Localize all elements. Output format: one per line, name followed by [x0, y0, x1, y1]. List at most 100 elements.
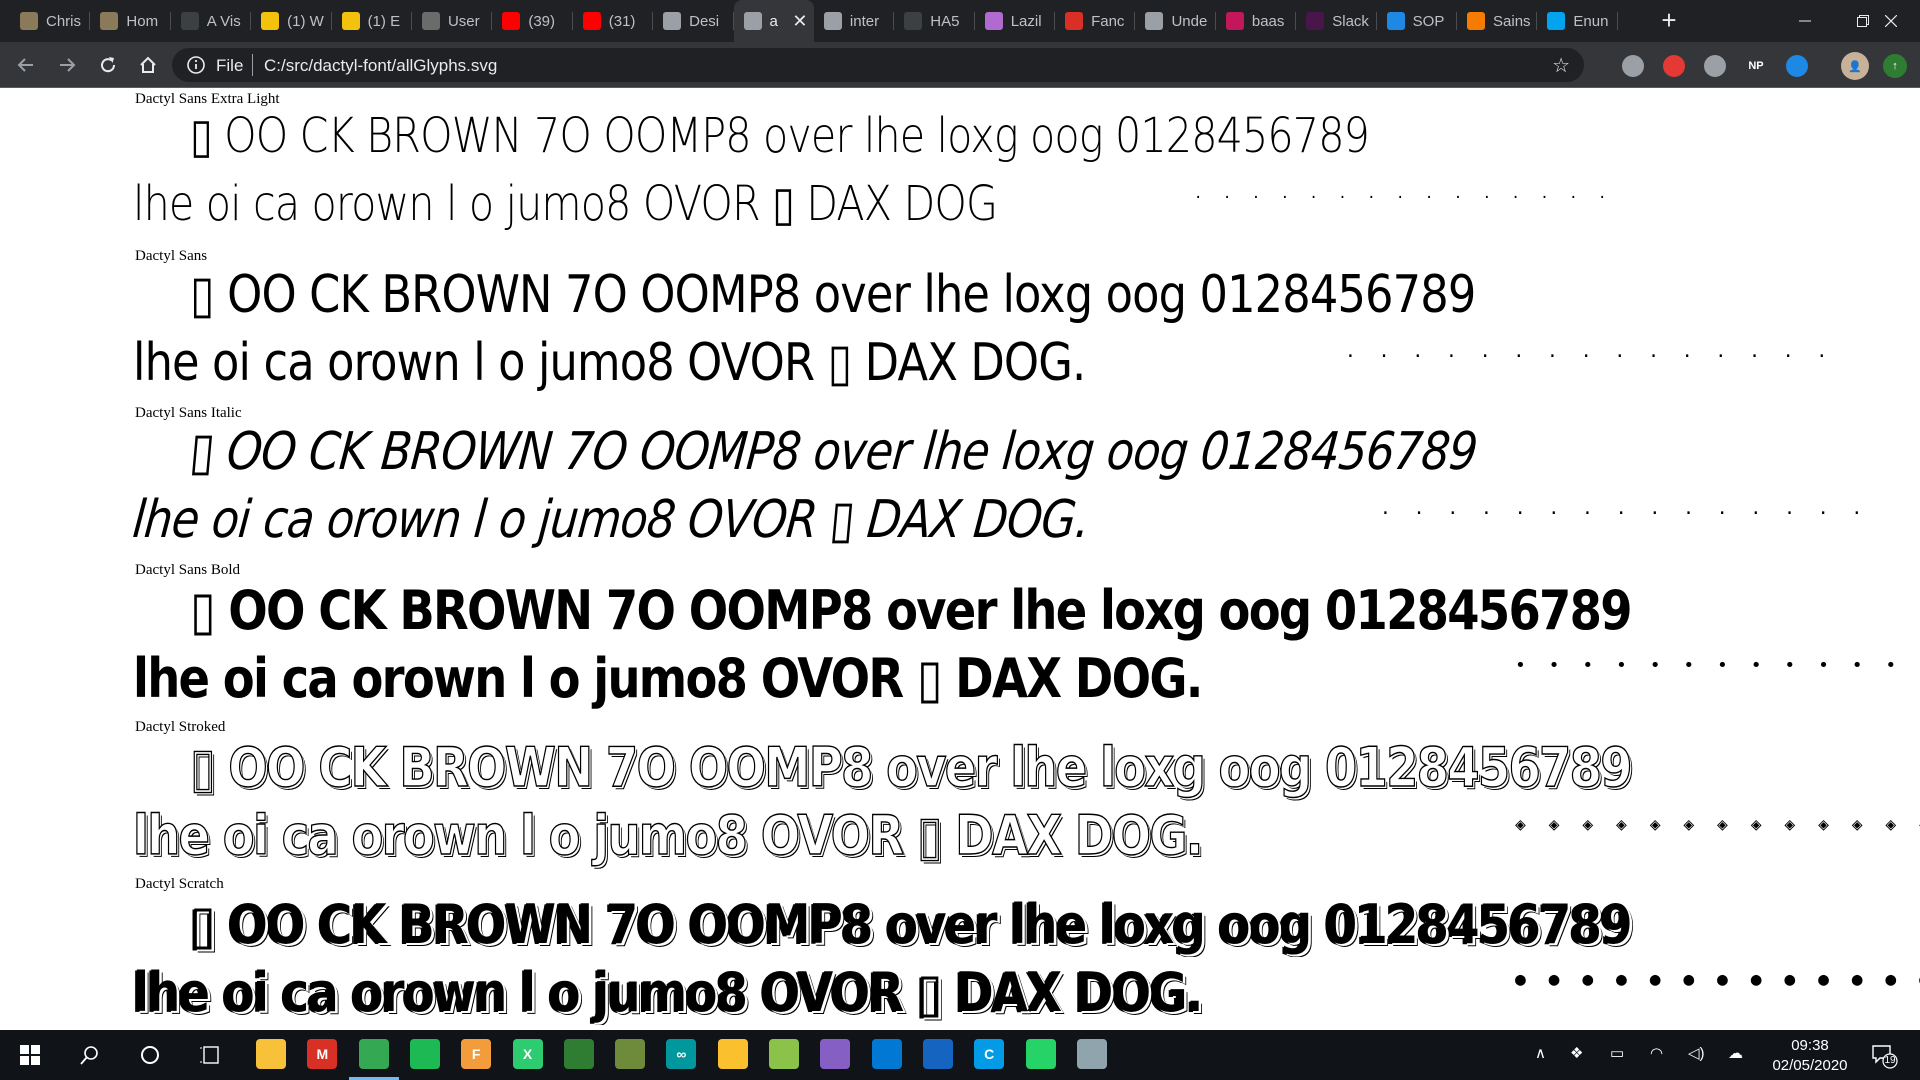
browser-tab[interactable]: inter	[814, 0, 895, 42]
visual-studio-icon[interactable]	[820, 1039, 851, 1069]
browser-tab[interactable]: (1) W	[251, 0, 332, 42]
vscode-icon[interactable]	[871, 1039, 902, 1069]
search-icon	[80, 1046, 98, 1065]
onedrive-tray-icon[interactable]: ☁	[1728, 1044, 1743, 1062]
dropbox-tray-icon[interactable]: ❖	[1570, 1044, 1583, 1062]
reload-button[interactable]	[92, 49, 124, 81]
gmail-icon[interactable]: M	[307, 1039, 338, 1069]
glyph-dots-row: ● ● ● ● ● ● ● ● ● ● ● ● ● ● ●	[1515, 969, 1920, 990]
tab-title: inter	[849, 12, 880, 30]
glyph-dots-row: • • • • • • • • • • • • • • •	[1515, 655, 1920, 676]
close-window-button[interactable]	[1862, 0, 1920, 42]
browser-tab[interactable]: User	[412, 0, 493, 42]
fancy-favicon	[1065, 12, 1084, 30]
sop-favicon	[1386, 12, 1405, 30]
paw-extension-icon[interactable]	[1704, 55, 1726, 77]
browser-tab[interactable]: Chris	[10, 0, 91, 42]
tab-list: Chris Hom A Vis (1) W (1) E User (39) (31) Desi a…	[10, 0, 1618, 42]
clock[interactable]: 09:38 02/05/2020	[1762, 1036, 1858, 1076]
browser-tab[interactable]: (1) E	[332, 0, 412, 42]
c-app-icon[interactable]: C	[974, 1039, 1005, 1069]
shield-extension-icon[interactable]	[1622, 55, 1644, 77]
new-tab-button[interactable]: +	[1654, 6, 1684, 36]
tab-title: (31)	[608, 12, 636, 30]
file-explorer-icon[interactable]	[256, 1039, 286, 1069]
update-icon[interactable]: ↑	[1883, 54, 1907, 78]
reload-icon	[101, 57, 116, 73]
bookmark-favicon	[1225, 12, 1244, 30]
glyph-sample-line1: ▯ OO CK BROWN 7O OOMP8 over lhe loxg oog…	[190, 265, 1476, 325]
tab-title: a	[769, 12, 778, 30]
np-extension-icon[interactable]: NP	[1745, 55, 1767, 77]
browser-tab[interactable]: (39)	[492, 0, 573, 42]
globe-app-icon[interactable]	[769, 1039, 799, 1069]
volume-tray-icon[interactable]: ◁)	[1688, 1044, 1705, 1062]
show-hidden-icons-button[interactable]: ∧	[1535, 1044, 1546, 1062]
spotify-icon[interactable]	[409, 1039, 440, 1069]
tab-title: Fanc	[1091, 12, 1125, 30]
browser-tab[interactable]: A Vis	[171, 0, 252, 42]
fontforge-icon[interactable]: F	[461, 1039, 492, 1069]
tab-title: User	[447, 12, 480, 30]
xmind-icon[interactable]: X	[512, 1039, 543, 1069]
browser-tab[interactable]: Desi	[653, 0, 734, 42]
tab-title: Unde	[1171, 12, 1208, 30]
tab-title: A Vis	[206, 12, 241, 30]
cursor-favicon	[984, 12, 1003, 30]
whatsapp-icon[interactable]	[1025, 1039, 1056, 1069]
close-icon	[1885, 15, 1897, 27]
tab-title: (1) E	[367, 12, 401, 30]
bulb-icon[interactable]	[717, 1039, 748, 1069]
browser-tab[interactable]: Enun	[1537, 0, 1618, 42]
url-scheme: File	[216, 56, 244, 75]
arduino-icon[interactable]: ∞	[666, 1039, 697, 1069]
tab-close-icon[interactable]: ✕	[792, 11, 808, 32]
wifi-tray-icon[interactable]: ◠	[1650, 1044, 1663, 1062]
tab-title: Desi	[689, 12, 720, 30]
window-app-icon[interactable]	[922, 1039, 953, 1069]
tab-title: Lazil	[1010, 12, 1042, 30]
s-favicon	[1467, 12, 1486, 30]
svg-document: Dactyl Sans Extra Light ▯ OO CK BROWN 7O …	[0, 88, 1920, 1030]
cortana-circle-icon	[141, 1046, 159, 1064]
search-button[interactable]	[74, 1039, 106, 1071]
browser-tab[interactable]: Fanc	[1055, 0, 1136, 42]
start-button[interactable]	[14, 1039, 46, 1071]
notification-count: 19	[1884, 1055, 1896, 1066]
monitor-icon[interactable]	[563, 1039, 594, 1069]
forward-button[interactable]	[51, 49, 83, 81]
chrome-icon[interactable]	[358, 1039, 389, 1069]
browser-tab[interactable]: Lazil	[975, 0, 1056, 42]
back-button[interactable]	[10, 49, 42, 81]
glyph-dots-row: . . . . . . . . . . . . . . .	[1345, 341, 1834, 362]
browser-tab[interactable]: HA5	[894, 0, 975, 42]
minimize-button[interactable]	[1776, 0, 1834, 42]
glyph-sample-line1: ▯ OO CK BROWN 7O OOMP8 over lhe loxg oog…	[190, 579, 1633, 642]
address-bar[interactable]: File C:/src/dactyl-font/allGlyphs.svg ☆	[172, 48, 1584, 82]
red-extension-icon[interactable]	[1663, 55, 1685, 77]
browser-tab[interactable]: baas	[1216, 0, 1297, 42]
browser-tab[interactable]: a ✕	[733, 0, 814, 42]
browser-tab[interactable]: Hom	[90, 0, 171, 42]
browser-tab[interactable]: Sains	[1457, 0, 1538, 42]
inkscape-icon[interactable]	[615, 1039, 646, 1069]
url-text[interactable]: C:/src/dactyl-font/allGlyphs.svg	[264, 56, 497, 76]
browser-tab[interactable]: Slack	[1296, 0, 1377, 42]
glyph-dots-row: . . . . . . . . . . . . . . .	[1380, 498, 1869, 519]
battery-tray-icon[interactable]: ▭	[1610, 1044, 1624, 1062]
info-icon[interactable]	[186, 55, 206, 75]
browser-tab[interactable]: SOP	[1377, 0, 1458, 42]
browser-tab[interactable]: (31)	[573, 0, 654, 42]
home-button[interactable]	[132, 49, 164, 81]
user-favicon	[421, 12, 440, 30]
tab-title: HA5	[930, 12, 960, 30]
remote-icon[interactable]	[1076, 1039, 1107, 1069]
browser-tab[interactable]: Unde	[1135, 0, 1216, 42]
profile-avatar[interactable]: 👤	[1841, 52, 1869, 80]
task-view-button[interactable]	[194, 1039, 226, 1071]
notification-center-button[interactable]: 19	[1868, 1040, 1898, 1070]
drop-extension-icon[interactable]	[1786, 55, 1808, 77]
glyph-sample-line2: lhe oi ca orown l o jumo8 OVOR ▯ DAX DOG…	[132, 803, 1204, 867]
bookmark-star-icon[interactable]: ☆	[1552, 53, 1570, 78]
cortana-button[interactable]	[134, 1039, 166, 1071]
